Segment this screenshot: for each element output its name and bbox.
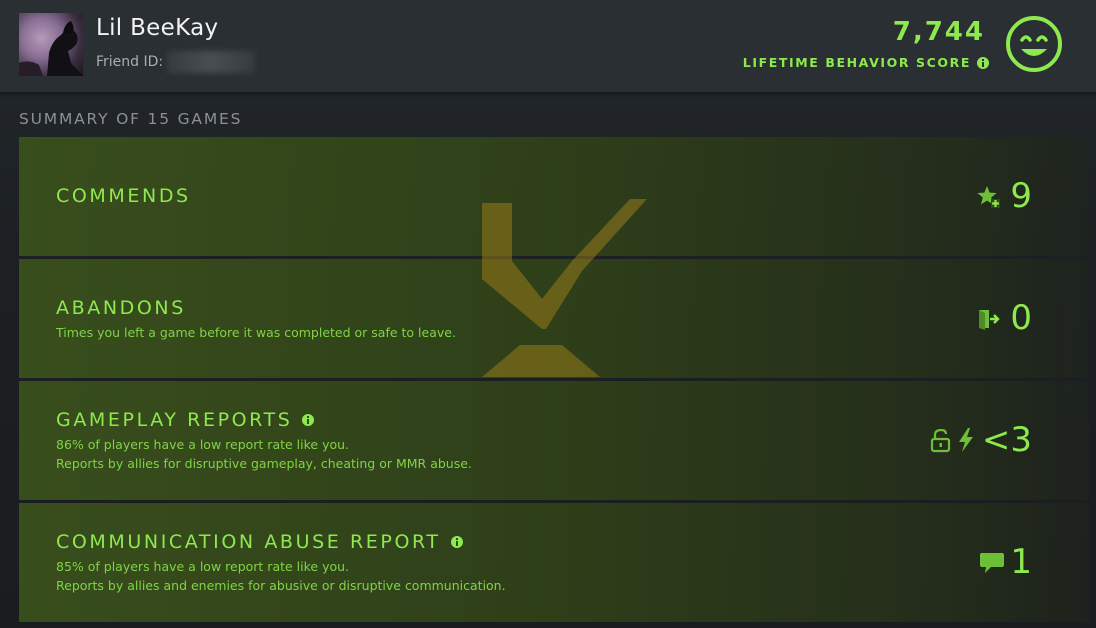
info-icon[interactable] xyxy=(977,56,989,69)
commends-title: COMMENDS xyxy=(56,185,191,207)
info-icon[interactable] xyxy=(302,414,315,426)
communication-abuse-value: 1 xyxy=(1010,542,1032,582)
gameplay-reports-value: <3 xyxy=(981,420,1032,460)
smiley-face-icon xyxy=(1006,16,1062,72)
friend-id-label: Friend ID: xyxy=(96,54,164,70)
summary-panels: COMMENDS 9 ABANDONS Times you left a gam… xyxy=(19,137,1089,623)
summary-title: SUMMARY OF 15 GAMES xyxy=(19,110,243,128)
lightning-icon xyxy=(959,428,973,452)
behavior-score-value: 7,744 xyxy=(892,17,985,47)
abandons-title: ABANDONS xyxy=(56,297,186,319)
abandons-value: 0 xyxy=(1010,298,1032,338)
communication-abuse-title-text: COMMUNICATION ABUSE REPORT xyxy=(56,531,441,553)
profile-header: Lil BeeKay Friend ID: 7,744 LIFETIME BEH… xyxy=(0,0,1096,92)
abandons-desc-line: Times you left a game before it was comp… xyxy=(56,325,456,340)
info-icon[interactable] xyxy=(450,536,463,548)
gameplay-reports-panel: GAMEPLAY REPORTS 86% of players have a l… xyxy=(19,381,1089,500)
behavior-summary-screen: Lil BeeKay Friend ID: 7,744 LIFETIME BEH… xyxy=(0,0,1096,628)
commends-title-text: COMMENDS xyxy=(56,185,191,207)
gameplay-reports-title-text: GAMEPLAY REPORTS xyxy=(56,409,293,431)
avatar xyxy=(19,13,83,76)
communication-abuse-description: 85% of players have a low report rate li… xyxy=(56,557,506,595)
gameplay-reports-desc-line-2: Reports by allies for disruptive gamepla… xyxy=(56,456,472,471)
star-plus-icon xyxy=(977,186,1000,208)
communication-abuse-desc-line-2: Reports by allies and enemies for abusiv… xyxy=(56,578,506,593)
exit-door-icon xyxy=(979,310,1000,330)
emblem-watermark xyxy=(482,199,647,377)
chat-bubble-icon xyxy=(980,553,1004,573)
friend-id: Friend ID: xyxy=(96,51,256,73)
friend-id-redacted xyxy=(167,51,256,73)
communication-abuse-panel: COMMUNICATION ABUSE REPORT 85% of player… xyxy=(19,503,1089,622)
communication-abuse-desc-line-1: 85% of players have a low report rate li… xyxy=(56,559,350,574)
communication-abuse-title: COMMUNICATION ABUSE REPORT xyxy=(56,531,463,553)
gameplay-reports-desc-line-1: 86% of players have a low report rate li… xyxy=(56,437,350,452)
abandons-description: Times you left a game before it was comp… xyxy=(56,323,456,342)
behavior-score-label: LIFETIME BEHAVIOR SCORE xyxy=(743,55,989,70)
commends-value: 9 xyxy=(1010,176,1032,216)
gameplay-reports-description: 86% of players have a low report rate li… xyxy=(56,435,472,473)
behavior-score-label-text: LIFETIME BEHAVIOR SCORE xyxy=(742,55,971,70)
gameplay-reports-title: GAMEPLAY REPORTS xyxy=(56,409,315,431)
lock-icon xyxy=(930,429,951,453)
player-name: Lil BeeKay xyxy=(96,15,219,41)
abandons-title-text: ABANDONS xyxy=(56,297,186,319)
